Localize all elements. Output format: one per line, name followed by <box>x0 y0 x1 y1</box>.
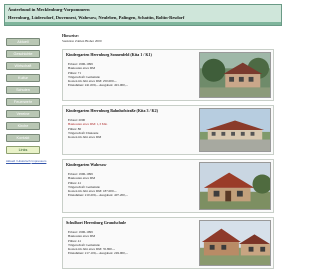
sidebar-item-links[interactable]: Links <box>6 146 40 154</box>
project-title: Schulhort Herrnburg Grundschule <box>66 220 127 225</box>
project-photo <box>199 162 271 210</box>
project-details: Erbaut: 2000 Baukosten etwa DM: 1,3 Mio … <box>68 118 107 139</box>
sidebar-item-schulen[interactable]: Schulen <box>6 86 40 94</box>
sidebar-item-feuerwehr[interactable]: Feuerwehr <box>6 98 40 106</box>
project-detail-line: Einnahmen: 217.100,-- Ausgaben: 249.900,… <box>68 251 128 256</box>
project-detail-line: Kosten im Jahr etwa DM <box>68 135 102 140</box>
header-stripe <box>5 22 281 25</box>
sidebar-item-vereine[interactable]: Vereine <box>6 110 40 118</box>
sidebar-link-impressum[interactable]: Impressum <box>32 159 47 163</box>
sidebar-item-aktuell[interactable]: Aktuell <box>6 38 40 46</box>
project-details: Erbaut: 1996-1999 Baukosten etwa DM Plät… <box>68 62 128 88</box>
sidebar-link-historisch[interactable]: Aktuell / Historisch <box>6 159 31 163</box>
project-photo <box>199 220 271 266</box>
project-title: Kindergarten Herrnburg Bahnhofstraße (Ki… <box>66 108 158 113</box>
site-header: Ämterbund in Mecklenburg-Vorpommern Herr… <box>4 4 282 26</box>
sidebar-item-geschichte[interactable]: Geschichte <box>6 50 40 58</box>
project-card: Kindergarten Wahrsow Erbaut: 1996-1999 B… <box>62 159 274 213</box>
project-detail-line: Einnahmen: 241.000,-- Ausgaben: 491.000,… <box>68 83 128 88</box>
sidebar-item-kirche[interactable]: Kirche <box>6 122 40 130</box>
project-photo <box>199 52 271 98</box>
sidebar-nav: Aktuell Geschichte Wirtschaft Kultur Sch… <box>6 38 47 163</box>
project-card: Kindergarten Herrnburg Sonnenfeld (Kita … <box>62 49 274 101</box>
project-card: Schulhort Herrnburg Grundschule Erbaut: … <box>62 217 274 269</box>
site-title: Ämterbund in Mecklenburg-Vorpommern <box>8 7 90 12</box>
project-details: Erbaut: 1996-1999 Baukosten etwa DM Plät… <box>68 230 128 256</box>
sidebar-item-kontakt[interactable]: Kontakt <box>6 134 40 142</box>
hint-section: Hinweise: Sanktion Zahlen Bisher 2000 <box>62 33 274 43</box>
site-subtitle: Herrnburg, Lüdersdorf, Duvennest, Wahrso… <box>8 15 185 20</box>
project-details: Erbaut: 1996-1999 Baukosten etwa DM Plät… <box>68 172 128 198</box>
sidebar-item-kultur[interactable]: Kultur <box>6 74 40 82</box>
project-detail-line: Baukosten etwa DM: 1,3 Mio <box>68 122 108 127</box>
project-card: Kindergarten Herrnburg Bahnhofstraße (Ki… <box>62 105 274 155</box>
sidebar-item-wirtschaft[interactable]: Wirtschaft <box>6 62 40 70</box>
project-title: Kindergarten Herrnburg Sonnenfeld (Kita … <box>66 52 152 57</box>
hint-title: Hinweise: <box>62 33 79 38</box>
project-detail-line: Einnahmen: 210.200,-- Ausgaben: 407.200,… <box>68 193 128 198</box>
hint-text: Sanktion Zahlen Bisher 2000 <box>62 39 102 43</box>
project-title: Kindergarten Wahrsow <box>66 162 107 167</box>
project-photo <box>199 108 271 152</box>
sidebar-footer-links: Aktuell / Historisch Impressum <box>6 159 47 163</box>
